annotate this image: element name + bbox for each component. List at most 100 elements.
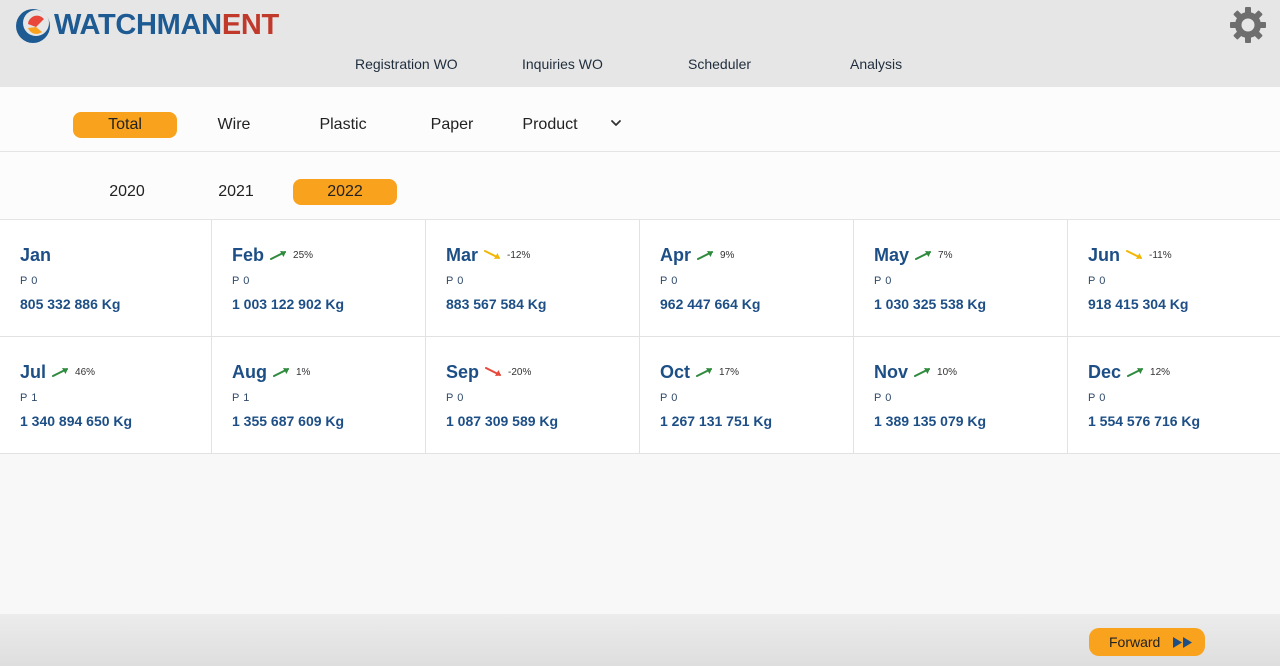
brand-name-part2: ENT [221,8,279,41]
month-weight-total: 1 389 135 079 Kg [874,413,987,429]
month-header: May 7% [874,244,952,266]
tab-year-2020[interactable]: 2020 [77,179,177,205]
tab-total[interactable]: Total [73,112,177,138]
month-header: Jan [20,244,51,266]
forward-button-label: Forward [1109,634,1161,650]
month-p-count: P 0 [446,392,464,404]
nav-analysis[interactable]: Analysis [850,56,902,74]
month-card-oct[interactable]: Oct 17% P 0 1 267 131 751 Kg [640,337,854,454]
month-card-sep[interactable]: Sep -20% P 0 1 087 309 589 Kg [426,337,640,454]
month-p-count: P 0 [874,275,892,287]
tab-paper[interactable]: Paper [402,112,502,138]
tab-wire[interactable]: Wire [184,112,284,138]
month-change-percent: 10% [937,366,958,378]
month-p-count: P 1 [20,392,38,404]
nav-registration-wo[interactable]: Registration WO [355,56,458,74]
month-weight-total: 1 267 131 751 Kg [660,413,773,429]
nav-scheduler[interactable]: Scheduler [688,56,751,74]
month-name: Jun [1088,244,1121,265]
month-change-percent: 25% [293,249,314,261]
month-p-count: P 0 [1088,392,1106,404]
tab-year-2022[interactable]: 2022 [293,179,397,205]
trend-up-arrow-icon [696,368,713,377]
month-card-jul[interactable]: Jul 46% P 1 1 340 894 650 Kg [0,337,212,454]
month-weight-total: 1 355 687 609 Kg [232,413,345,429]
month-name: Sep [446,361,480,382]
month-weight-total: 1 087 309 589 Kg [446,413,559,429]
month-p-count: P 1 [232,392,250,404]
trend-down-arrow-icon [484,250,501,259]
month-change-percent: 12% [1150,366,1171,378]
month-weight-total: 918 415 304 Kg [1088,296,1189,312]
month-grid: Jan P 0 805 332 886 Kg Feb 25% P 0 1 003 122 9… [0,220,1280,454]
month-header: Nov 10% [874,361,957,383]
month-p-count: P 0 [232,275,250,287]
trend-down-arrow-icon [1126,250,1143,259]
month-name: Mar [446,244,479,265]
month-card-jun[interactable]: Jun -11% P 0 918 415 304 Kg [1068,220,1280,337]
trend-up-arrow-icon [52,368,69,377]
month-name: Apr [660,244,691,265]
trend-up-arrow-icon [273,368,289,377]
month-name: May [874,244,910,265]
month-change-percent: -11% [1149,249,1172,261]
month-name: Dec [1088,361,1122,382]
month-header: Feb 25% [232,244,313,266]
month-p-count: P 0 [20,275,38,287]
trend-up-arrow-icon [1127,368,1144,377]
month-card-feb[interactable]: Feb 25% P 0 1 003 122 902 Kg [212,220,426,337]
brand-name: WATCHMANENT [54,8,279,41]
month-p-count: P 0 [874,392,892,404]
trend-up-arrow-icon [270,251,287,260]
month-change-percent: -12% [507,249,531,261]
fast-forward-icon [1173,637,1192,648]
month-weight-total: 1 003 122 902 Kg [232,296,345,312]
brand-logo[interactable]: WATCHMANENT [14,5,279,45]
month-weight-total: 962 447 664 Kg [660,296,761,312]
month-change-percent: 7% [938,249,953,261]
month-change-percent: 17% [719,366,740,378]
nav-inquiries-wo[interactable]: Inquiries WO [522,56,603,74]
month-card-apr[interactable]: Apr 9% P 0 962 447 664 Kg [640,220,854,337]
month-change-percent: 46% [75,366,96,378]
product-dropdown[interactable]: Product [500,112,600,138]
month-header: Aug 1% [232,361,310,383]
month-name: Aug [232,361,267,382]
month-name: Nov [874,361,909,382]
month-change-percent: 9% [720,249,735,261]
tab-year-2021[interactable]: 2021 [186,179,286,205]
month-weight-total: 1 030 325 538 Kg [874,296,987,312]
month-p-count: P 0 [660,392,678,404]
month-header: Jul 46% [20,361,95,383]
month-card-nov[interactable]: Nov 10% P 0 1 389 135 079 Kg [854,337,1068,454]
month-weight-total: 1 340 894 650 Kg [20,413,133,429]
month-change-percent: -20% [508,366,532,378]
month-card-jan[interactable]: Jan P 0 805 332 886 Kg [0,220,212,337]
brand-name-part1: WATCHMAN [54,8,222,41]
trend-down-arrow-icon [485,367,502,376]
trend-up-arrow-icon [697,251,713,260]
app-header: WATCHMANENT Registration WO Inquiries WO… [0,0,1280,87]
forward-button[interactable]: Forward [1089,628,1205,656]
month-name: Jan [20,244,52,265]
trend-up-arrow-icon [915,251,932,260]
chevron-down-icon[interactable] [609,116,623,130]
month-card-may[interactable]: May 7% P 0 1 030 325 538 Kg [854,220,1068,337]
tab-plastic[interactable]: Plastic [293,112,393,138]
month-p-count: P 0 [446,275,464,287]
month-header: Jun -11% [1088,244,1172,266]
gear-icon[interactable] [1228,5,1268,45]
month-header: Apr 9% [660,244,734,266]
month-card-aug[interactable]: Aug 1% P 1 1 355 687 609 Kg [212,337,426,454]
month-name: Oct [660,361,691,382]
month-card-mar[interactable]: Mar -12% P 0 883 567 584 Kg [426,220,640,337]
month-name: Jul [20,361,47,382]
month-card-dec[interactable]: Dec 12% P 0 1 554 576 716 Kg [1068,337,1280,454]
month-weight-total: 805 332 886 Kg [20,296,121,312]
month-header: Dec 12% [1088,361,1170,383]
month-change-percent: 1% [296,366,311,378]
footer-bar [0,614,1280,666]
month-p-count: P 0 [1088,275,1106,287]
month-header: Mar -12% [446,244,530,266]
trend-up-arrow-icon [914,368,931,377]
